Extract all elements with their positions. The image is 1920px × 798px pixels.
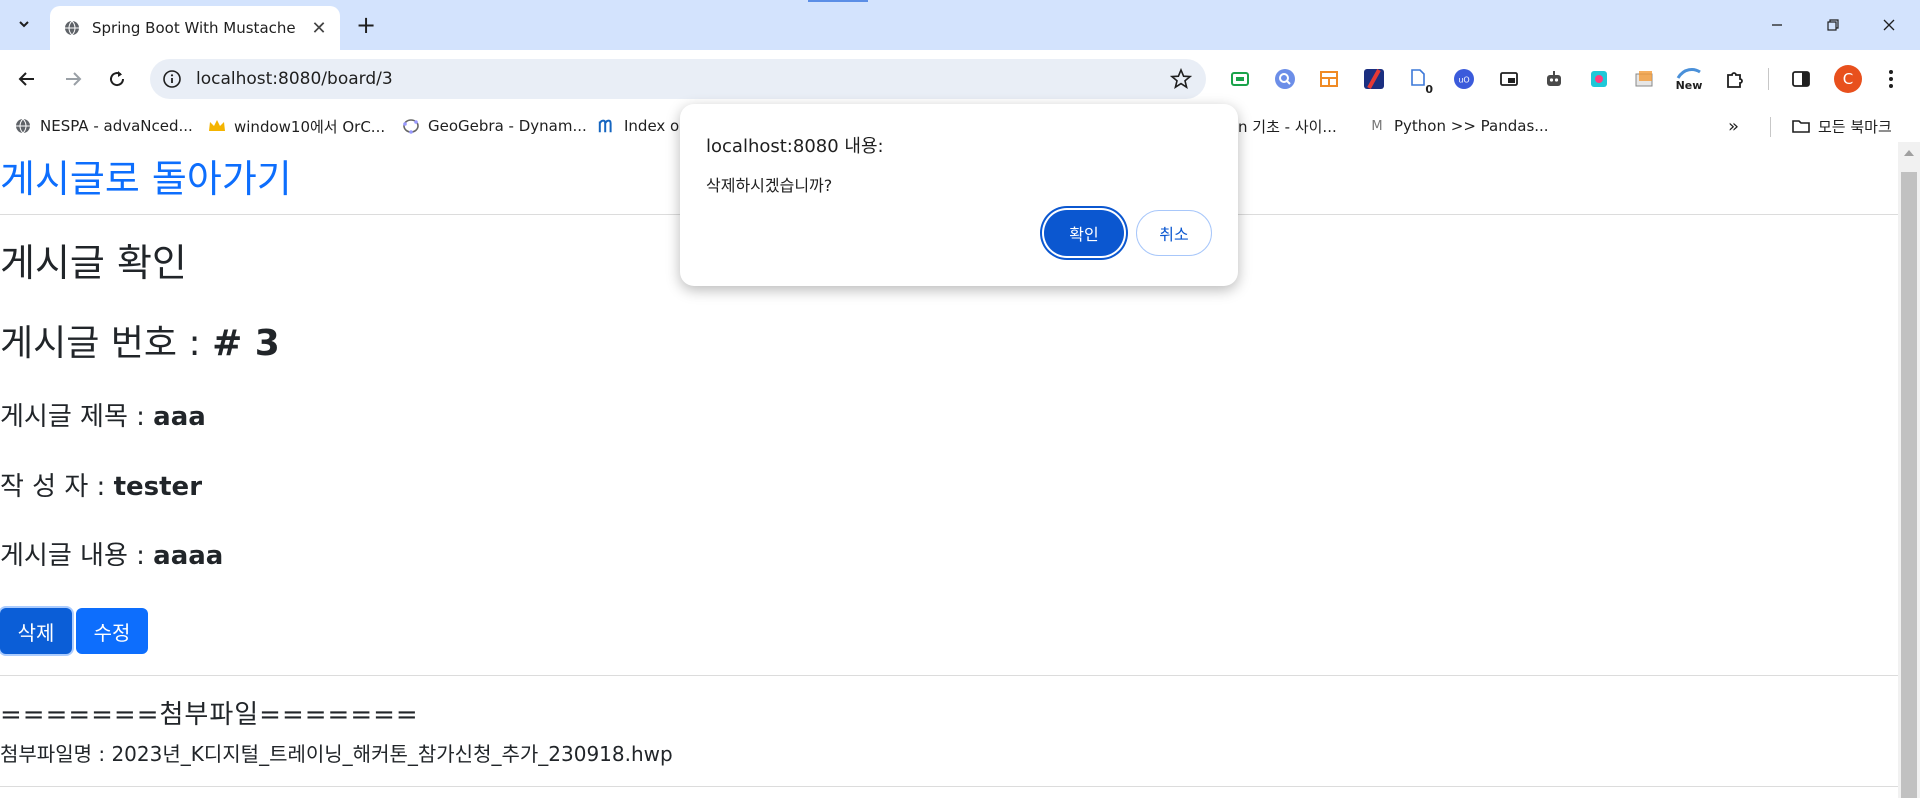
extension-layout-icon[interactable]: [1316, 66, 1342, 92]
chevron-down-icon: [19, 21, 29, 28]
post-content-value: aaaa: [153, 541, 224, 571]
address-bar[interactable]: localhost:8080/board/3: [150, 59, 1206, 99]
page-scrollbar[interactable]: [1898, 142, 1920, 798]
all-bookmarks-folder[interactable]: 모든 북마크: [1792, 115, 1892, 137]
tab-strip: Spring Boot With Mustache ✕ +: [0, 0, 1920, 50]
bookmark-item[interactable]: n 기초 - 사이...: [1238, 115, 1337, 137]
post-writer-label: 작 성 자 :: [0, 472, 114, 502]
bookmarks-separator: [1770, 117, 1771, 137]
bookmark-item[interactable]: M Python >> Pandas...: [1368, 115, 1549, 137]
url-text[interactable]: localhost:8080/board/3: [196, 69, 393, 89]
restore-icon: [1827, 19, 1839, 31]
bookmark-label: Index o: [624, 117, 680, 135]
post-content-label: 게시글 내용 :: [0, 541, 154, 571]
minimize-button[interactable]: [1747, 0, 1807, 50]
m-letter-icon: M: [1371, 118, 1383, 134]
post-title-label: 게시글 제목 :: [0, 402, 154, 432]
globe-icon: [14, 117, 32, 135]
post-title-field: 게시글 제목 : aaa: [0, 396, 206, 433]
picture-in-picture-icon[interactable]: [1496, 66, 1522, 92]
dialog-ok-button[interactable]: 확인: [1044, 210, 1124, 256]
bookmark-item[interactable]: NESPA - advaNced...: [14, 115, 193, 137]
restore-button[interactable]: [1803, 0, 1863, 50]
post-number-label: 게시글 번호 :: [0, 323, 213, 364]
post-title-value: aaa: [153, 402, 206, 432]
page-title: 게시글 확인: [0, 241, 187, 285]
tab-close-icon[interactable]: ✕: [306, 15, 332, 41]
bookmark-label: GeoGebra - Dynam...: [428, 117, 587, 135]
extension-slash-icon[interactable]: [1361, 66, 1387, 92]
scroll-up-arrow-icon[interactable]: [1904, 150, 1914, 156]
divider: [0, 786, 1898, 787]
toolbar-separator: [1768, 68, 1769, 90]
profile-avatar[interactable]: C: [1834, 65, 1862, 93]
geogebra-icon: [402, 117, 420, 135]
folder-icon: [1792, 117, 1810, 135]
browser-toolbar: localhost:8080/board/3 0 uO New C: [0, 50, 1920, 108]
dialog-message: 삭제하시겠습니까?: [706, 176, 833, 195]
divider: [0, 675, 1898, 676]
double-chevron-right-icon: »: [1728, 115, 1740, 137]
extension-badge-icon[interactable]: 0: [1405, 66, 1433, 96]
bookmark-label: window10에서 OrC...: [234, 117, 386, 136]
extension-badge-count: 0: [1425, 83, 1433, 96]
arrow-right-icon: [66, 72, 82, 86]
extension-ublock-icon[interactable]: uO: [1451, 66, 1477, 92]
edit-button[interactable]: 수정: [76, 608, 148, 654]
post-writer-field: 작 성 자 : tester: [0, 466, 202, 503]
scrollbar-thumb[interactable]: [1901, 172, 1917, 798]
bookmark-star-icon[interactable]: [1170, 68, 1192, 90]
tab-strip-indicator: [808, 0, 868, 2]
m-logo-icon: [598, 117, 616, 135]
site-info-icon[interactable]: [162, 69, 182, 89]
new-tab-button[interactable]: +: [350, 9, 382, 41]
minimize-icon: [1772, 24, 1782, 26]
bookmark-item[interactable]: Index o: [598, 115, 679, 137]
extension-new-label: New: [1675, 79, 1703, 92]
close-icon: [1883, 19, 1895, 31]
side-panel-icon[interactable]: [1788, 66, 1814, 92]
bookmark-label: Python >> Pandas...: [1394, 117, 1549, 135]
post-content-field: 게시글 내용 : aaaa: [0, 535, 223, 572]
attachment-header: =======첨부파일=======: [0, 700, 419, 730]
tab-search-button[interactable]: [8, 8, 40, 40]
bookmark-label: NESPA - advaNced...: [40, 117, 193, 135]
post-number-value: # 3: [212, 323, 280, 364]
extension-color-picker-icon[interactable]: [1586, 66, 1612, 92]
extension-robot-icon[interactable]: [1541, 66, 1567, 92]
crown-icon: [208, 117, 226, 135]
forward-button[interactable]: [57, 63, 89, 95]
extension-green-icon[interactable]: [1227, 66, 1253, 92]
bookmark-item[interactable]: window10에서 OrC...: [208, 115, 385, 137]
bookmark-item[interactable]: GeoGebra - Dynam...: [402, 115, 587, 137]
tab-title: Spring Boot With Mustache: [92, 19, 296, 37]
extensions-puzzle-icon[interactable]: [1722, 66, 1748, 92]
reload-icon: [110, 71, 125, 87]
menu-kebab-icon[interactable]: [1878, 66, 1904, 92]
active-tab[interactable]: Spring Boot With Mustache ✕: [50, 6, 340, 50]
bookmarks-overflow-button[interactable]: »: [1728, 115, 1739, 137]
post-number: 게시글 번호 : # 3: [0, 314, 280, 366]
extension-search-icon[interactable]: [1272, 66, 1298, 92]
extension-new-icon[interactable]: New: [1676, 62, 1702, 96]
reload-button[interactable]: [101, 63, 133, 95]
back-to-board-link[interactable]: 게시글로 돌아가기: [0, 148, 292, 203]
globe-icon: [65, 20, 79, 36]
svg-text:uO: uO: [1458, 76, 1469, 85]
close-window-button[interactable]: [1859, 0, 1919, 50]
post-writer-value: tester: [113, 472, 203, 502]
attachment-label: 첨부파일명 :: [0, 742, 112, 766]
back-button[interactable]: [11, 63, 43, 95]
attachment-row: 첨부파일명 : 2023년_K디지털_트레이닝_해커톤_참가신청_추가_2309…: [0, 738, 673, 767]
dialog-cancel-button[interactable]: 취소: [1136, 210, 1212, 256]
attachment-filename[interactable]: 2023년_K디지털_트레이닝_해커톤_참가신청_추가_230918.hwp: [111, 742, 672, 766]
all-bookmarks-label: 모든 북마크: [1818, 117, 1892, 136]
confirm-dialog: localhost:8080 내용: 삭제하시겠습니까? 확인 취소: [680, 104, 1238, 286]
delete-button[interactable]: 삭제: [0, 608, 72, 654]
bookmark-label: n 기초 - 사이...: [1238, 117, 1337, 136]
arrow-left-icon: [18, 72, 34, 86]
extension-image-icon[interactable]: [1631, 66, 1657, 92]
dialog-title: localhost:8080 내용:: [706, 136, 884, 157]
